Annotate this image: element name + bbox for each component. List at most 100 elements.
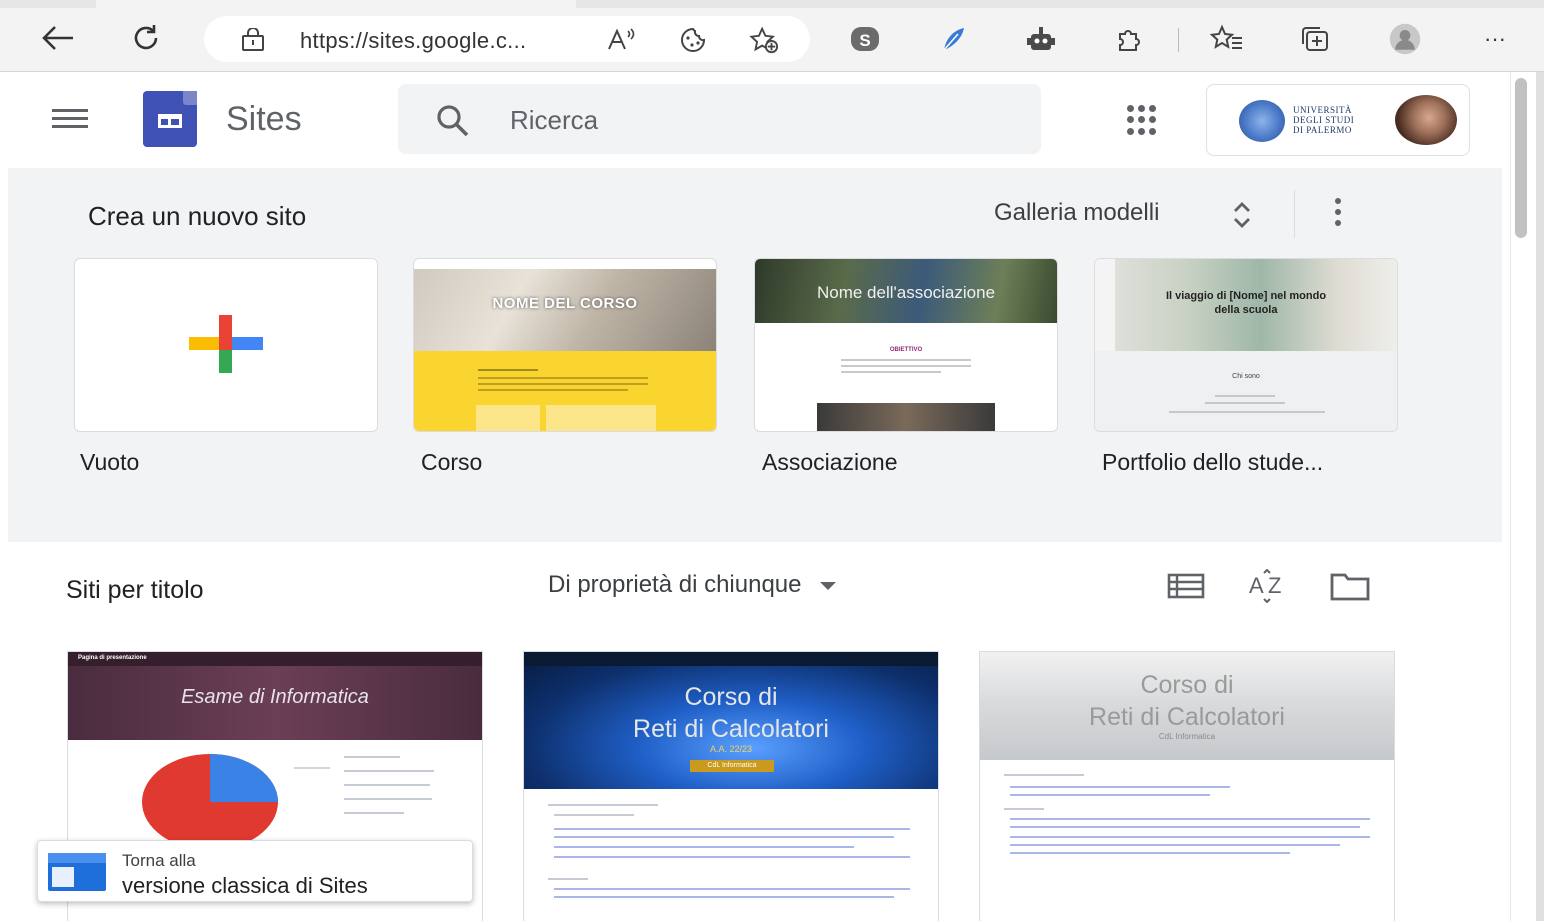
card-text-line: [554, 846, 854, 848]
course-thumbnail-heading: NOME DEL CORSO: [492, 295, 638, 312]
thumb-text-line: [478, 383, 648, 385]
cookie-icon[interactable]: [678, 26, 708, 54]
card-text-line: [1010, 852, 1290, 854]
sites-logo-icon[interactable]: [143, 91, 197, 147]
active-tab[interactable]: [96, 0, 576, 8]
thumb-text-line: [478, 389, 628, 391]
card-site-title-line2: Reti di Calcolatori: [633, 715, 829, 743]
card-text-line: [344, 784, 430, 786]
skype-extension-icon[interactable]: S: [848, 22, 882, 56]
window-edge: [1536, 72, 1544, 921]
favorites-icon[interactable]: [1210, 22, 1244, 56]
snackbar-line2[interactable]: versione classica di Sites: [122, 873, 368, 899]
template-label[interactable]: Portfolio dello stude...: [1102, 449, 1323, 476]
card-text-line: [554, 856, 910, 858]
sites-header: Sites UNIVERSITÀ DEGLI STUDI DI PALERMO: [0, 72, 1510, 168]
card-text-line: [1010, 844, 1340, 846]
portfolio-thumbnail-body: [1095, 351, 1397, 431]
user-avatar[interactable]: [1395, 95, 1457, 145]
card-text-line: [344, 770, 434, 772]
card-header-text: Pagina di presentazione: [78, 655, 147, 661]
read-aloud-icon[interactable]: [606, 26, 636, 54]
favorite-star-add-icon[interactable]: [749, 26, 779, 54]
collections-icon[interactable]: [1298, 22, 1332, 56]
hamburger-menu-icon[interactable]: [52, 104, 92, 136]
dropdown-arrow-icon[interactable]: [819, 582, 836, 590]
search-input[interactable]: [510, 102, 990, 138]
gallery-more-options-icon[interactable]: [1328, 198, 1348, 228]
owner-filter-label[interactable]: Di proprietà di chiunque: [548, 571, 802, 599]
card-subtitle: CdL Informatica: [1158, 732, 1216, 741]
address-bar[interactable]: https://sites.google.c...: [204, 16, 810, 62]
card-text-line: [548, 878, 588, 880]
card-site-title-line1: Corso di: [1140, 671, 1234, 699]
template-label[interactable]: Vuoto: [80, 449, 139, 476]
template-label[interactable]: Associazione: [762, 449, 898, 476]
thumb-text-line: [478, 369, 538, 371]
back-arrow-icon[interactable]: [38, 18, 78, 58]
template-course[interactable]: NOME DEL CORSO: [413, 258, 717, 432]
thumb-text-line: [841, 371, 941, 373]
card-text-line: [554, 814, 634, 816]
scrollbar-thumb[interactable]: [1515, 78, 1527, 238]
plus-icon-center: [219, 337, 232, 350]
profile-avatar-icon[interactable]: [1388, 22, 1422, 56]
card-site-title-line2: Reti di Calcolatori: [1089, 703, 1285, 731]
card-header-bar: [524, 652, 938, 666]
template-portfolio[interactable]: Il viaggio di [Nome] nel mondo della scu…: [1094, 258, 1398, 432]
template-gallery: Crea un nuovo sito Galleria modelli Vuot…: [8, 168, 1502, 542]
card-text-line: [1004, 774, 1084, 776]
folder-icon[interactable]: [1328, 568, 1372, 604]
google-apps-icon[interactable]: [1122, 100, 1162, 140]
portfolio-thumbnail-subheading: Chi sono: [1232, 373, 1260, 380]
extensions-puzzle-icon[interactable]: [1112, 22, 1146, 56]
card-text-line: [554, 828, 910, 830]
robot-extension-icon[interactable]: [1024, 22, 1058, 56]
snackbar-line1[interactable]: Torna alla: [122, 851, 196, 871]
page-info-icon[interactable]: [240, 27, 266, 57]
association-thumbnail-photo-2: [817, 403, 995, 431]
sites-list-title: Siti per titolo: [66, 576, 204, 604]
university-name: UNIVERSITÀ DEGLI STUDI DI PALERMO: [1293, 105, 1354, 135]
card-text-line: [1004, 808, 1044, 810]
thumb-text-line: [1215, 395, 1275, 397]
sort-az-icon[interactable]: AZ: [1246, 568, 1290, 604]
thumb-text-line: [1205, 402, 1285, 404]
search-bar[interactable]: [398, 84, 1041, 154]
template-association[interactable]: Nome dell'associazione OBIETTIVO: [754, 258, 1058, 432]
site-card-reti-calcolatori-2[interactable]: Corso di Reti di Calcolatori CdL Informa…: [979, 651, 1395, 921]
card-text-line: [344, 812, 404, 814]
account-switcher[interactable]: UNIVERSITÀ DEGLI STUDI DI PALERMO: [1206, 84, 1470, 156]
thumb-block: [476, 405, 540, 431]
classic-sites-snackbar[interactable]: Torna alla versione classica di Sites: [37, 840, 473, 902]
thumb-block: [546, 405, 656, 431]
template-blank[interactable]: [74, 258, 378, 432]
list-view-icon[interactable]: [1164, 568, 1208, 604]
card-text-line: [1010, 826, 1360, 828]
university-name-line: UNIVERSITÀ: [1293, 105, 1352, 115]
classic-sites-icon: [48, 853, 106, 891]
card-text-line: [554, 896, 894, 898]
university-name-line: DEGLI STUDI: [1293, 115, 1355, 125]
more-menu-icon[interactable]: ···: [1478, 22, 1512, 56]
card-text-line: [1010, 786, 1230, 788]
template-gallery-toggle[interactable]: Galleria modelli: [994, 199, 1159, 227]
site-card-reti-calcolatori[interactable]: Corso di Reti di Calcolatori A.A. 22/23 …: [523, 651, 939, 921]
toolbar-separator: [1178, 28, 1179, 52]
thumb-text-line: [841, 365, 971, 367]
search-icon[interactable]: [436, 104, 470, 143]
app-title[interactable]: Sites: [226, 100, 302, 139]
template-label[interactable]: Corso: [421, 449, 482, 476]
card-badge: CdL Informatica: [690, 760, 774, 772]
reload-icon[interactable]: [126, 18, 166, 58]
card-site-title-line1: Corso di: [684, 683, 778, 711]
url-text[interactable]: https://sites.google.c...: [300, 28, 526, 54]
owner-filter-dropdown[interactable]: Di proprietà di chiunque: [548, 571, 836, 599]
thumb-text-line: [841, 359, 971, 361]
course-thumbnail-nav: [414, 259, 716, 269]
page-scrollbar[interactable]: [1510, 72, 1530, 921]
association-thumbnail-heading: Nome dell'associazione: [816, 283, 996, 302]
feather-extension-icon[interactable]: [936, 22, 970, 56]
unfold-more-icon[interactable]: [1230, 200, 1254, 230]
card-text-line: [554, 888, 910, 890]
